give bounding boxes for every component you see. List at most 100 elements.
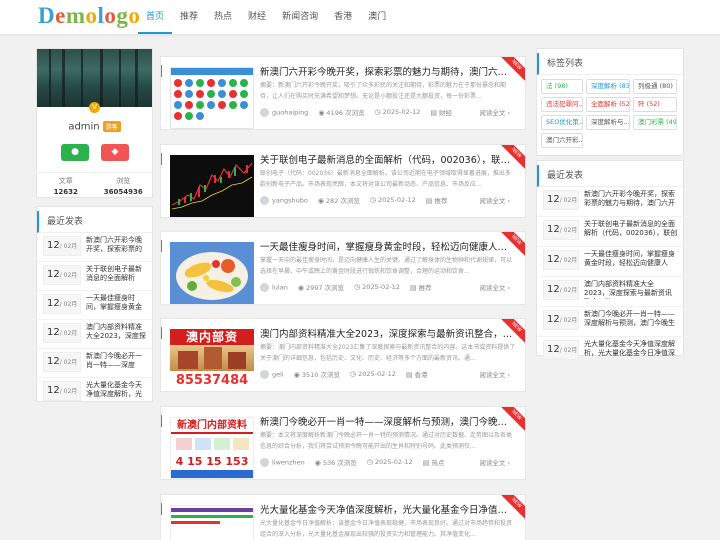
article-title[interactable]: 新澳门今晚必开一肖一特——深度解析与预测，澳门今晚生肖...	[260, 414, 515, 428]
post-link[interactable]: 一天最佳瘦身时间，掌握瘦身黄金时段，轻松迈向健康人	[584, 250, 678, 269]
list-item[interactable]: 12/ 02月 新澳门六开彩今晚开奖，探索彩票的	[37, 233, 152, 262]
verified-icon: V	[89, 102, 100, 113]
article-excerpt: 摘要：新澳门六开彩今晚开奖，吸引了众多彩民的关注和期待，彩票的魅力在于那份悬念和…	[260, 82, 507, 100]
category-link[interactable]: ▤ 热点	[423, 457, 445, 467]
read-more-link[interactable]: 阅读全文 ›	[479, 107, 510, 117]
post-link[interactable]: 一天最佳瘦身时间，掌握瘦身黄金	[86, 294, 147, 313]
eye-icon: ◉	[318, 109, 325, 117]
view-count: ◉ 3510 次浏览	[293, 371, 340, 379]
category-link[interactable]: ▤ 香港	[406, 369, 428, 379]
list-item[interactable]: 12/ 02月 关于联创电子最新消息的全面解析（代码，002036），联创	[537, 217, 683, 247]
article-title[interactable]: 一天最佳瘦身时间，掌握瘦身黄金时段，轻松迈向健康人生，...	[260, 239, 515, 253]
list-item[interactable]: 12/ 02月 光大量化基金今天净值深度解析，光	[37, 378, 152, 407]
avatar	[260, 282, 269, 292]
article-meta: geli ◉ 3510 次浏览 ◷ 2025-02-12 ▤ 香港 阅读全文 ›	[260, 369, 516, 379]
post-link[interactable]: 澳门内部资料精准大全2023，深度探	[86, 323, 147, 342]
notification-button[interactable]: ◆	[101, 144, 129, 161]
post-link[interactable]: 光大量化基金今天净值深度解析，光	[86, 381, 147, 400]
post-link[interactable]: 新澳门六开彩今晚开奖，探索彩票的魅力与期待，澳门六开	[584, 190, 678, 209]
post-link[interactable]: 新澳门今晚必开一肖一特——深度解析与预测，澳门今晚生	[584, 310, 678, 329]
read-more-link[interactable]: 阅读全文 ›	[479, 282, 510, 292]
tag-item[interactable]: SEO优化策...	[541, 115, 583, 130]
article-thumbnail[interactable]: 澳内部资 85537484	[170, 329, 254, 391]
left-recent-posts: 最近发表 12/ 02月 新澳门六开彩今晚开奖，探索彩票的 12/ 02月 关于联创…	[36, 206, 153, 402]
post-link[interactable]: 关于联创电子最新消息的全面解析（代码，002036），联创	[584, 220, 678, 239]
list-item[interactable]: 12/ 02月 新澳门今晚必开一肖一特——深度	[37, 349, 152, 378]
article-thumbnail[interactable]	[170, 155, 254, 217]
nav-news[interactable]: 新闻咨询	[274, 0, 326, 34]
author-link[interactable]: lulan	[272, 283, 288, 291]
article-excerpt: 摘要：澳门内部资料精准大全2023汇集了深度探索与最新资讯整合的内容。这本书或资…	[260, 344, 516, 362]
category-link[interactable]: ▤ 推荐	[410, 282, 432, 292]
eye-icon: ◉	[293, 371, 300, 379]
article-excerpt: 光大量化基金今日净值解析：该基金今日净值表现稳健，市场表现良好。通过对市场趋势和…	[260, 520, 513, 538]
date-badge: 12/ 02月	[43, 236, 81, 256]
category-link[interactable]: ▤ 推荐	[426, 195, 448, 205]
date-badge: 12/ 02月	[543, 340, 579, 360]
article-thumbnail[interactable]	[170, 67, 254, 129]
tag-item[interactable]: 深度解析 (83)	[586, 79, 630, 94]
nav-recommend[interactable]: 推荐	[172, 0, 206, 34]
author-link[interactable]: guohaiping	[272, 108, 308, 116]
tag-item[interactable]: 澳门六开彩...	[541, 133, 583, 148]
article-excerpt: 掌握一天中的最佳瘦身时间，是迈向健康人生的关键。通过了解身体的生物钟和代谢规律，…	[260, 257, 513, 275]
category-link[interactable]: ▤ 财经	[430, 107, 452, 117]
article-thumbnail[interactable]: 新澳门内部资料 4 15 15 153	[170, 417, 254, 479]
article-title[interactable]: 新澳门六开彩今晚开奖，探索彩票的魅力与期待，澳门六开彩...	[260, 64, 515, 78]
section-title: 最近发表	[537, 165, 683, 187]
author-link[interactable]: geli	[272, 370, 284, 378]
article-title[interactable]: 光大量化基金今天净值深度解析，光大量化基金今日净值深度...	[260, 502, 515, 516]
article-title[interactable]: 关于联创电子最新消息的全面解析（代码，002036），联创电...	[260, 152, 515, 166]
tag-item[interactable]: 深度解析与...	[586, 115, 630, 130]
tag-item[interactable]: 歼 (52)	[633, 97, 677, 112]
nav-hot[interactable]: 热点	[206, 0, 240, 34]
list-item[interactable]: 12/ 02月 光大量化基金今天净值深度解析，光大量化基金今日净值深	[537, 337, 683, 367]
read-more-link[interactable]: 阅读全文 ›	[479, 457, 510, 467]
author-link[interactable]: liwenzhen	[272, 458, 305, 466]
post-link[interactable]: 澳门内部资料精准大全2023，深度探索与最新资讯整合，澳	[584, 280, 678, 299]
list-item[interactable]: 12/ 02月 新澳门六开彩今晚开奖，探索彩票的魅力与期待，澳门六开	[537, 187, 683, 217]
list-item[interactable]: 12/ 02月 新澳门今晚必开一肖一特——深度解析与预测，澳门今晚生	[537, 307, 683, 337]
avatar	[260, 107, 269, 117]
main-nav: 首页 推荐 热点 财经 新闻咨询 香港 澳门	[138, 0, 394, 34]
profile-name: admin	[68, 121, 100, 133]
tag-item[interactable]: 全面解析 (52)	[586, 97, 630, 112]
tag-item[interactable]: 违法犯罪问...	[541, 97, 583, 112]
date-badge: 12/ 02月	[43, 294, 81, 314]
nav-finance[interactable]: 财经	[240, 0, 274, 34]
nav-macau[interactable]: 澳门	[360, 0, 394, 34]
tag-item[interactable]: 列极通 (80)	[633, 79, 677, 94]
profile-badge: 游客	[102, 121, 121, 132]
site-header: Demologo 首页 推荐 热点 财经 新闻咨询 香港 澳门	[0, 0, 720, 34]
avatar	[260, 457, 269, 467]
section-title: 标签列表	[537, 53, 683, 75]
clock-icon: ◷	[349, 370, 357, 378]
nav-hongkong[interactable]: 香港	[326, 0, 360, 34]
eye-icon: ◉	[314, 459, 321, 467]
article-thumbnail[interactable]	[170, 505, 254, 540]
post-link[interactable]: 新澳门今晚必开一肖一特——深度	[86, 352, 147, 371]
article-title[interactable]: 澳门内部资料精准大全2023，深度探索与最新资讯整合，澳门...	[260, 326, 515, 340]
article-thumbnail[interactable]	[170, 242, 254, 304]
post-link[interactable]: 新澳门六开彩今晚开奖，探索彩票的	[86, 236, 147, 255]
list-item[interactable]: 12/ 02月澳门内部资料精准大全2023，深度探索与最新资讯整合，澳	[537, 277, 683, 307]
read-more-link[interactable]: 阅读全文 ›	[479, 195, 510, 205]
author-link[interactable]: yangshubo	[272, 196, 308, 204]
list-item[interactable]: 12/ 02月 澳门内部资料精准大全2023，深度探	[37, 320, 152, 349]
article-card: 光大量化基金今天净值深度解析，光大量化基金今日净值深度... 光大量化基金今日净…	[160, 494, 526, 540]
list-item[interactable]: 12/ 02月 关于联创电子最新消息的全面解析	[37, 262, 152, 291]
tag-item[interactable]: 澳门彩票 (49)	[633, 115, 677, 130]
nav-home[interactable]: 首页	[138, 0, 173, 34]
tag-item[interactable]: 法 (98)	[541, 79, 583, 94]
post-date: ◷ 2025-02-12	[374, 108, 421, 116]
date-badge: 12/ 02月	[43, 265, 81, 285]
post-link[interactable]: 光大量化基金今天净值深度解析，光大量化基金今日净值深	[584, 340, 678, 359]
stat-views: 浏览 36054936	[103, 177, 143, 196]
list-item[interactable]: 12/ 02月 一天最佳瘦身时间，掌握瘦身黄金	[37, 291, 152, 320]
read-more-link[interactable]: 阅读全文 ›	[479, 369, 510, 379]
site-logo[interactable]: Demologo	[38, 3, 140, 29]
article-meta: liwenzhen ◉ 536 次浏览 ◷ 2025-02-12 ▤ 热点 阅读全文 …	[260, 457, 516, 467]
wechat-button[interactable]: ●	[61, 144, 89, 161]
post-link[interactable]: 关于联创电子最新消息的全面解析	[86, 265, 147, 284]
list-item[interactable]: 12/ 02月 一天最佳瘦身时间，掌握瘦身黄金时段，轻松迈向健康人	[537, 247, 683, 277]
